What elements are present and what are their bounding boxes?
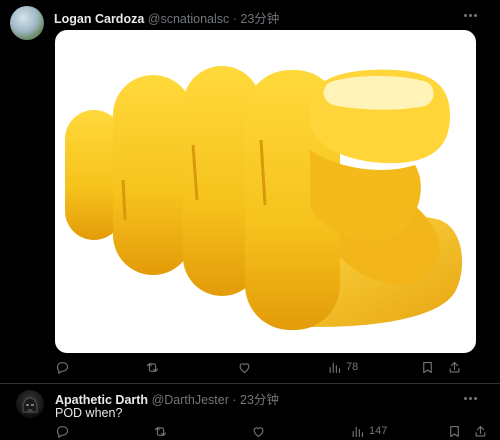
- tweet-actions: 147: [55, 422, 488, 440]
- like-icon: [253, 426, 264, 437]
- share-icon: [449, 361, 460, 372]
- reply-button[interactable]: [55, 422, 74, 440]
- avatar[interactable]: [10, 6, 44, 40]
- repost-button[interactable]: [145, 358, 164, 376]
- author-handle[interactable]: @scnationalsc: [148, 12, 229, 26]
- author-name[interactable]: Logan Cardoza: [54, 12, 144, 26]
- tweet-text: POD when?: [55, 406, 123, 420]
- separator: ·: [232, 393, 237, 407]
- like-button[interactable]: [237, 358, 256, 376]
- divider: [0, 383, 500, 384]
- avatar[interactable]: [16, 390, 44, 418]
- views-count: 78: [346, 361, 359, 373]
- views-icon: [329, 362, 341, 373]
- bookmark-icon: [450, 425, 459, 437]
- bookmark-button[interactable]: [420, 358, 435, 376]
- views-button[interactable]: 78: [327, 358, 358, 376]
- share-button[interactable]: [473, 422, 488, 440]
- more-icon[interactable]: [462, 391, 478, 405]
- like-icon: [239, 362, 250, 373]
- author-handle[interactable]: @DarthJester: [152, 393, 229, 407]
- timestamp[interactable]: 23分钟: [240, 393, 279, 407]
- darth-helmet-icon: [22, 397, 38, 413]
- more-icon[interactable]: [462, 8, 478, 22]
- tweet-actions: 78: [55, 358, 485, 376]
- pointing-finger-emoji: [65, 66, 463, 330]
- views-icon: [352, 426, 364, 437]
- share-icon: [475, 425, 486, 436]
- reply-icon: [56, 361, 69, 374]
- views-count: 147: [369, 425, 388, 437]
- reply-button[interactable]: [55, 358, 74, 376]
- bookmark-icon: [423, 361, 432, 373]
- separator: ·: [232, 12, 237, 26]
- tweet-header: Logan Cardoza @scnationalsc · 23分钟: [54, 8, 279, 26]
- author-name[interactable]: Apathetic Darth: [55, 393, 148, 407]
- views-button[interactable]: 147: [350, 422, 387, 440]
- repost-button[interactable]: [153, 422, 172, 440]
- reply-icon: [56, 425, 69, 438]
- timestamp[interactable]: 23分钟: [240, 12, 279, 26]
- share-button[interactable]: [447, 358, 462, 376]
- like-button[interactable]: [251, 422, 270, 440]
- bookmark-button[interactable]: [447, 422, 462, 440]
- repost-icon: [146, 362, 159, 372]
- tweet[interactable]: Logan Cardoza @scnationalsc · 23分钟 78: [0, 0, 500, 384]
- media-image[interactable]: [55, 30, 476, 353]
- tweet-header: Apathetic Darth @DarthJester · 23分钟: [55, 389, 279, 407]
- repost-icon: [154, 426, 167, 436]
